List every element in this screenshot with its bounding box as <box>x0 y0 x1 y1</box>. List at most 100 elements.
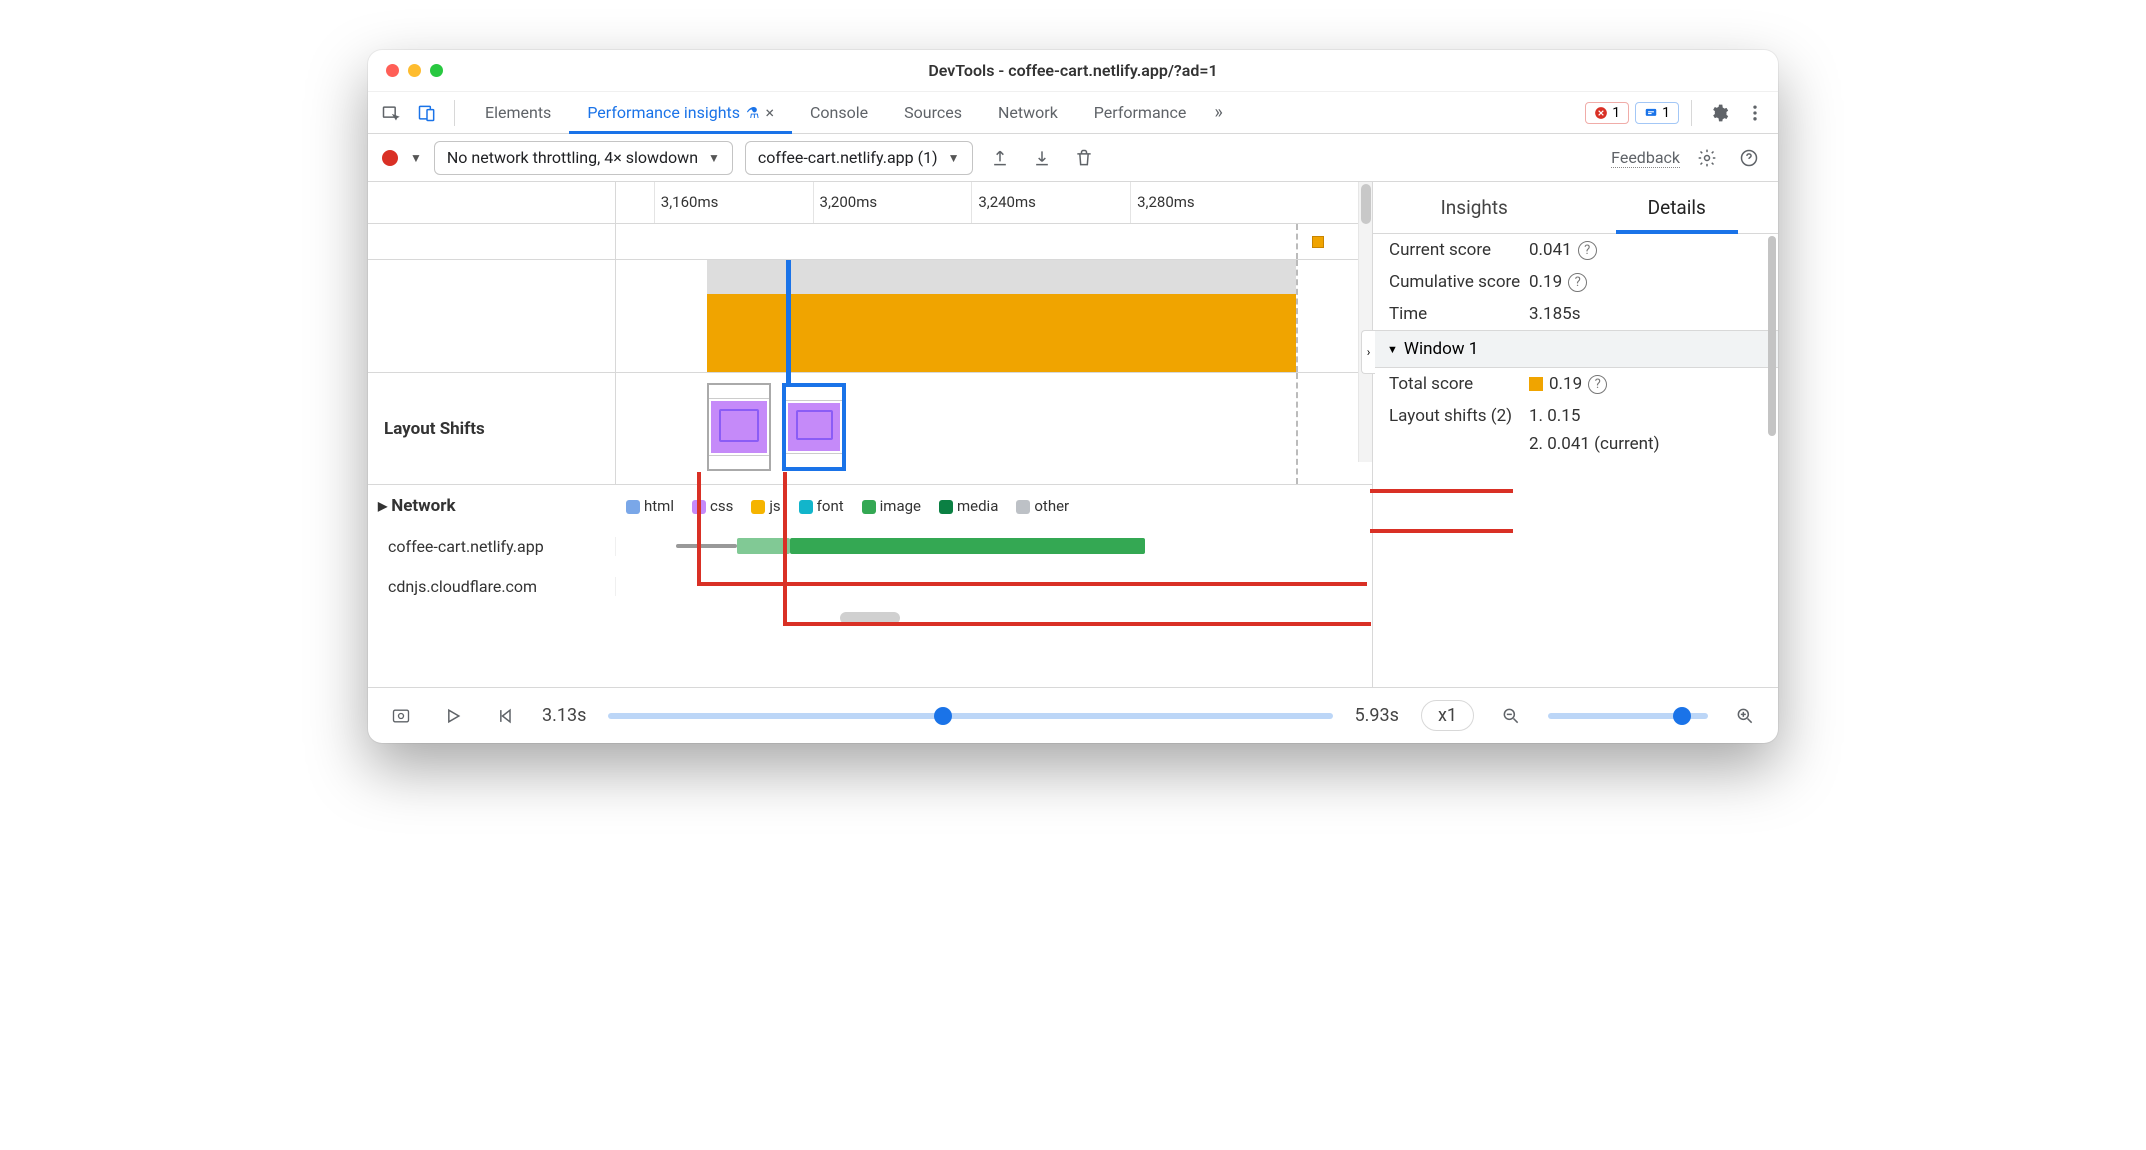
kv-time: Time 3.185s <box>1373 298 1778 330</box>
request-bar[interactable] <box>790 538 1145 554</box>
titlebar: DevTools - coffee-cart.netlify.app/?ad=1 <box>368 50 1778 92</box>
annotation-line <box>1370 529 1513 533</box>
tab-insights[interactable]: Insights <box>1373 182 1576 233</box>
ruler-tick: 3,200ms <box>813 182 878 223</box>
vertical-scrollbar-thumb[interactable] <box>1361 184 1371 224</box>
legend-item: html <box>626 497 674 515</box>
error-icon <box>1594 106 1608 120</box>
throttle-select[interactable]: No network throttling, 4× slowdown▼ <box>434 141 733 175</box>
host-label: coffee-cart.netlify.app <box>368 537 616 556</box>
tab-performance[interactable]: Performance <box>1076 92 1205 133</box>
close-tab-icon[interactable]: × <box>765 103 774 122</box>
playback-speed-select[interactable]: x1 <box>1421 700 1474 731</box>
playback-end-time: 5.93s <box>1355 705 1399 726</box>
details-panel: › Insights Details Current score 0.041? … <box>1372 182 1778 687</box>
separator <box>454 100 455 126</box>
traffic-lights <box>386 64 443 77</box>
tab-sources[interactable]: Sources <box>886 92 980 133</box>
legend-item: css <box>692 497 733 515</box>
tab-performance-insights[interactable]: Performance insights ⚗ × <box>569 92 792 133</box>
play-icon[interactable] <box>438 701 468 731</box>
shift-item[interactable]: 2. 0.041 (current) <box>1529 434 1660 454</box>
row-label[interactable]: ▶ Network <box>368 496 616 516</box>
delete-icon[interactable] <box>1069 143 1099 173</box>
annotation-line <box>1370 489 1513 493</box>
settings-gear-icon[interactable] <box>1704 98 1734 128</box>
feedback-link[interactable]: Feedback <box>1611 148 1680 168</box>
vertical-scrollbar-track[interactable] <box>1358 182 1372 462</box>
kebab-menu-icon[interactable] <box>1740 98 1770 128</box>
window-section-header[interactable]: ▼ Window 1 <box>1373 330 1778 368</box>
jump-start-icon[interactable] <box>490 701 520 731</box>
record-button[interactable] <box>382 150 398 166</box>
devtools-tabs-row: Elements Performance insights ⚗ × Consol… <box>368 92 1778 134</box>
insights-toolbar: ▼ No network throttling, 4× slowdown▼ co… <box>368 134 1778 182</box>
score-badge-icon <box>1529 377 1543 391</box>
message-icon <box>1644 106 1658 120</box>
device-toolbar-icon[interactable] <box>412 98 442 128</box>
ruler-tick: 3,280ms <box>1130 182 1195 223</box>
help-icon[interactable]: ? <box>1588 375 1607 394</box>
export-icon[interactable] <box>985 143 1015 173</box>
task-block[interactable] <box>707 260 783 372</box>
timeline-pane: 3,160ms 3,200ms 3,240ms 3,280ms <box>368 182 1372 687</box>
flask-icon: ⚗ <box>746 104 759 122</box>
element-picker-icon[interactable] <box>376 98 406 128</box>
shift-item[interactable]: 1. 0.15 <box>1529 406 1580 426</box>
window-title: DevTools - coffee-cart.netlify.app/?ad=1 <box>368 61 1778 80</box>
devtools-window: DevTools - coffee-cart.netlify.app/?ad=1… <box>368 50 1778 743</box>
help-icon[interactable]: ? <box>1578 241 1597 260</box>
network-host-row[interactable]: coffee-cart.netlify.app <box>368 526 1372 566</box>
layout-shift-thumbnail[interactable] <box>707 383 771 471</box>
playback-slider[interactable] <box>608 713 1332 719</box>
errors-badge[interactable]: 1 <box>1585 102 1629 124</box>
import-icon[interactable] <box>1027 143 1057 173</box>
panel-settings-gear-icon[interactable] <box>1692 143 1722 173</box>
devtools-tabs: Elements Performance insights ⚗ × Consol… <box>467 92 1204 133</box>
tab-console[interactable]: Console <box>792 92 886 133</box>
zoom-in-icon[interactable] <box>1730 701 1760 731</box>
playback-start-time: 3.13s <box>542 705 586 726</box>
expand-caret-icon[interactable]: ▶ <box>378 499 387 513</box>
zoom-out-icon[interactable] <box>1496 701 1526 731</box>
minimize-window-button[interactable] <box>408 64 421 77</box>
legend-item: js <box>751 497 780 515</box>
ruler-tick: 3,240ms <box>971 182 1036 223</box>
zoom-slider[interactable] <box>1548 713 1708 719</box>
badge-count: 1 <box>1662 105 1670 121</box>
session-select[interactable]: coffee-cart.netlify.app (1)▼ <box>745 141 973 175</box>
help-icon[interactable]: ? <box>1568 273 1587 292</box>
task-block[interactable] <box>782 260 1296 372</box>
legend-item: other <box>1016 497 1069 515</box>
request-bar[interactable] <box>676 544 736 548</box>
network-host-row[interactable]: cdnjs.cloudflare.com <box>368 566 1372 606</box>
collapse-panel-handle[interactable]: › <box>1361 330 1375 374</box>
network-legend: htmlcssjsfontimagemediaother <box>616 497 1372 515</box>
tab-elements[interactable]: Elements <box>467 92 569 133</box>
kv-layout-shifts: Layout shifts (2) 1. 0.15 2. 0.041 (curr… <box>1373 400 1778 460</box>
tab-network[interactable]: Network <box>980 92 1076 133</box>
layout-shift-thumbnail-selected[interactable] <box>782 383 846 471</box>
current-time-line <box>1296 260 1298 372</box>
zoom-thumb[interactable] <box>1673 707 1691 725</box>
screenshot-toggle-icon[interactable] <box>386 701 416 731</box>
messages-badge[interactable]: 1 <box>1635 102 1679 124</box>
ruler-tick: 3,160ms <box>654 182 719 223</box>
overview-marker[interactable] <box>1312 236 1324 248</box>
request-bar[interactable] <box>737 538 790 554</box>
tab-details[interactable]: Details <box>1576 182 1779 233</box>
main-thread-row[interactable] <box>368 260 1372 372</box>
record-menu-caret-icon[interactable]: ▼ <box>410 151 422 165</box>
network-legend-row: ▶ Network htmlcssjsfontimagemediaother <box>368 484 1372 526</box>
more-tabs-chevron-icon[interactable]: » <box>1214 102 1222 123</box>
legend-item: media <box>939 497 998 515</box>
zoom-window-button[interactable] <box>430 64 443 77</box>
time-ruler[interactable]: 3,160ms 3,200ms 3,240ms 3,280ms <box>368 182 1372 224</box>
close-window-button[interactable] <box>386 64 399 77</box>
playback-thumb[interactable] <box>934 707 952 725</box>
horizontal-scrollbar[interactable] <box>840 612 900 624</box>
overview-strip[interactable] <box>368 224 1372 260</box>
current-time-line <box>1296 373 1298 484</box>
help-icon[interactable] <box>1734 143 1764 173</box>
details-scrollbar[interactable] <box>1768 236 1776 436</box>
